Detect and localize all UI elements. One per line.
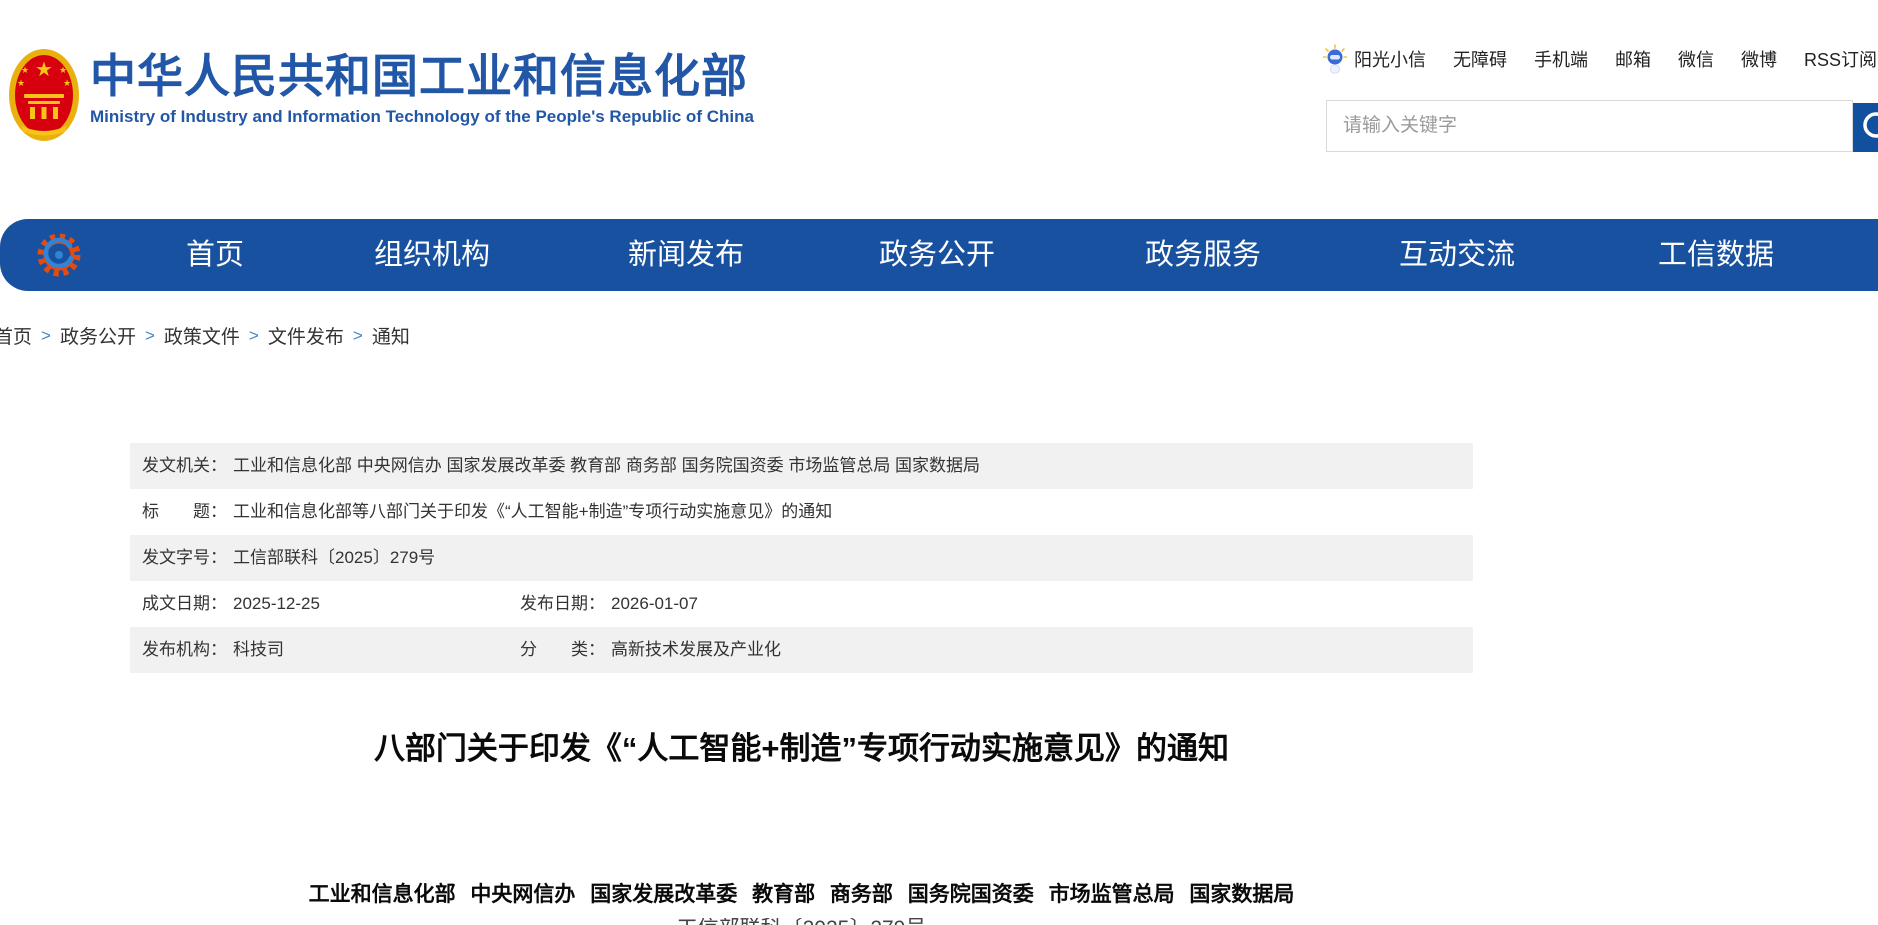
breadcrumb: 首页 > 政务公开 > 政策文件 > 文件发布 > 通知 bbox=[0, 322, 410, 349]
article-doc-number-partial: 工信部联科〔2025〕279号 bbox=[130, 918, 1473, 925]
breadcrumb-item-policy-docs[interactable]: 政策文件 bbox=[164, 322, 240, 349]
miit-gear-icon bbox=[36, 232, 82, 278]
svg-text:★: ★ bbox=[59, 65, 67, 75]
article-title: 八部门关于印发《“人工智能+制造”专项行动实施意见》的通知 bbox=[130, 723, 1473, 768]
meta-row-dates: 成文日期： 2025-12-25 发布日期： 2026-01-07 bbox=[130, 581, 1473, 627]
meta-label: 发布机构： bbox=[142, 640, 227, 659]
svg-text:★: ★ bbox=[21, 65, 29, 75]
doc-meta-table: 发文机关： 工业和信息化部 中央网信办 国家发展改革委 教育部 商务部 国务院国资… bbox=[130, 443, 1473, 673]
nav-item-interact[interactable]: 互动交流 bbox=[1399, 219, 1515, 291]
meta-row-doc-number: 发文字号： 工信部联科〔2025〕279号 bbox=[130, 535, 1473, 581]
nav-item-data[interactable]: 工信数据 bbox=[1658, 219, 1774, 291]
svg-text:★: ★ bbox=[63, 78, 71, 88]
meta-value: 工业和信息化部 中央网信办 国家发展改革委 教育部 商务部 国务院国资委 市场监… bbox=[233, 456, 980, 475]
svg-text:★: ★ bbox=[35, 59, 53, 81]
svg-text:★: ★ bbox=[17, 78, 25, 88]
breadcrumb-item-gov-open[interactable]: 政务公开 bbox=[60, 322, 136, 349]
meta-label: 发文机关： bbox=[142, 456, 227, 475]
meta-label: 成文日期： bbox=[142, 594, 227, 613]
utility-link-accessibility[interactable]: 无障碍 bbox=[1453, 46, 1507, 72]
breadcrumb-separator: > bbox=[41, 326, 51, 346]
article-issuers-line: 工业和信息化部 中央网信办 国家发展改革委 教育部 商务部 国务院国资委 市场监… bbox=[130, 878, 1473, 908]
site-title: 中华人民共和国工业和信息化部 bbox=[90, 50, 754, 102]
meta-label: 标 题： bbox=[142, 502, 227, 521]
search-button[interactable] bbox=[1853, 103, 1878, 152]
nav-item-services[interactable]: 政务服务 bbox=[1145, 219, 1261, 291]
nav-item-org[interactable]: 组织机构 bbox=[374, 219, 490, 291]
meta-label: 分 类： bbox=[520, 640, 605, 659]
meta-value: 工信部联科〔2025〕279号 bbox=[233, 548, 435, 567]
nav-item-home[interactable]: 首页 bbox=[186, 219, 244, 291]
meta-value: 2026-01-07 bbox=[611, 594, 698, 613]
search-input[interactable] bbox=[1326, 100, 1853, 152]
breadcrumb-separator: > bbox=[353, 326, 363, 346]
utility-link-mobile[interactable]: 手机端 bbox=[1534, 46, 1588, 72]
meta-value: 工业和信息化部等八部门关于印发《“人工智能+制造”专项行动实施意见》的通知 bbox=[233, 502, 832, 521]
utility-link-wechat[interactable]: 微信 bbox=[1678, 46, 1714, 72]
nav-item-news[interactable]: 新闻发布 bbox=[628, 219, 744, 291]
breadcrumb-item-current: 通知 bbox=[372, 322, 410, 349]
breadcrumb-item-home[interactable]: 首页 bbox=[0, 322, 32, 349]
nav-item-gov-open[interactable]: 政务公开 bbox=[879, 219, 995, 291]
utility-link-rss[interactable]: RSS订阅 bbox=[1804, 46, 1877, 72]
meta-row-publisher-category: 发布机构： 科技司 分 类： 高新技术发展及产业化 bbox=[130, 627, 1473, 673]
utility-link-mail[interactable]: 邮箱 bbox=[1615, 46, 1651, 72]
breadcrumb-separator: > bbox=[145, 326, 155, 346]
main-navbar: 首页 组织机构 新闻发布 政务公开 政务服务 互动交流 工信数据 bbox=[0, 219, 1878, 291]
meta-value: 高新技术发展及产业化 bbox=[611, 640, 781, 659]
meta-label: 发文字号： bbox=[142, 548, 227, 567]
meta-value: 科技司 bbox=[233, 640, 284, 659]
page: ★ ★ ★ ★ ★ 中华人民共和国工业和信息化部 Ministry of Ind… bbox=[0, 0, 1878, 925]
national-emblem-icon: ★ ★ ★ ★ ★ bbox=[8, 48, 80, 142]
utility-bar: 阳光小信 无障碍 手机端 邮箱 微信 微博 RSS订阅 bbox=[1322, 44, 1877, 74]
breadcrumb-item-doc-release[interactable]: 文件发布 bbox=[268, 322, 344, 349]
meta-label: 发布日期： bbox=[520, 594, 605, 613]
utility-link-weibo[interactable]: 微博 bbox=[1741, 46, 1777, 72]
search-icon bbox=[1853, 103, 1878, 152]
mascot-robot-icon bbox=[1322, 44, 1348, 74]
utility-link-xiaoxin[interactable]: 阳光小信 bbox=[1354, 46, 1426, 72]
site-logo[interactable]: ★ ★ ★ ★ ★ 中华人民共和国工业和信息化部 Ministry of Ind… bbox=[8, 48, 754, 142]
site-subtitle: Ministry of Industry and Information Tec… bbox=[90, 107, 754, 127]
meta-value: 2025-12-25 bbox=[233, 594, 320, 613]
meta-row-issuing-org: 发文机关： 工业和信息化部 中央网信办 国家发展改革委 教育部 商务部 国务院国资… bbox=[130, 443, 1473, 489]
meta-row-title: 标 题： 工业和信息化部等八部门关于印发《“人工智能+制造”专项行动实施意见》的通… bbox=[130, 489, 1473, 535]
breadcrumb-separator: > bbox=[249, 326, 259, 346]
